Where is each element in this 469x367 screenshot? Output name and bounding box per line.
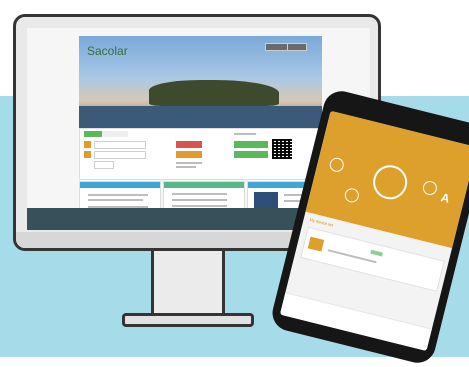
header-button-2[interactable] (287, 43, 307, 51)
android-app-button[interactable] (234, 141, 268, 148)
monitor-stand (151, 251, 225, 317)
remember-me-text (176, 162, 202, 164)
login-tab-2[interactable] (102, 131, 128, 137)
qr-code-icon (272, 139, 292, 159)
device-list-label: My device list (309, 216, 334, 228)
site-logo: Sacolar (87, 44, 128, 58)
login-panel (79, 128, 324, 180)
captcha-input[interactable] (94, 161, 114, 169)
lock-icon (84, 151, 91, 158)
username-input[interactable] (94, 141, 146, 149)
battery-letter-icon: A (439, 190, 452, 206)
tree-line (149, 80, 279, 106)
monitor-base (122, 313, 254, 327)
hero-banner: Sacolar (79, 36, 322, 128)
user-icon (84, 141, 91, 148)
login-button[interactable] (176, 141, 202, 148)
app-download-heading (234, 133, 256, 135)
info-card-1-title (80, 182, 160, 188)
register-button[interactable] (176, 151, 202, 158)
solar-panels (79, 106, 322, 128)
grid-icon[interactable] (421, 179, 439, 197)
password-input[interactable] (94, 151, 146, 159)
ios-app-button[interactable] (234, 151, 268, 158)
device-center-icon[interactable] (369, 161, 411, 203)
forgot-password-text (176, 166, 196, 168)
plant-icon[interactable] (328, 156, 346, 174)
energy-icon[interactable] (343, 186, 361, 204)
device-icon (307, 236, 325, 252)
status-badge (370, 249, 383, 257)
info-card-2-title (164, 182, 244, 188)
